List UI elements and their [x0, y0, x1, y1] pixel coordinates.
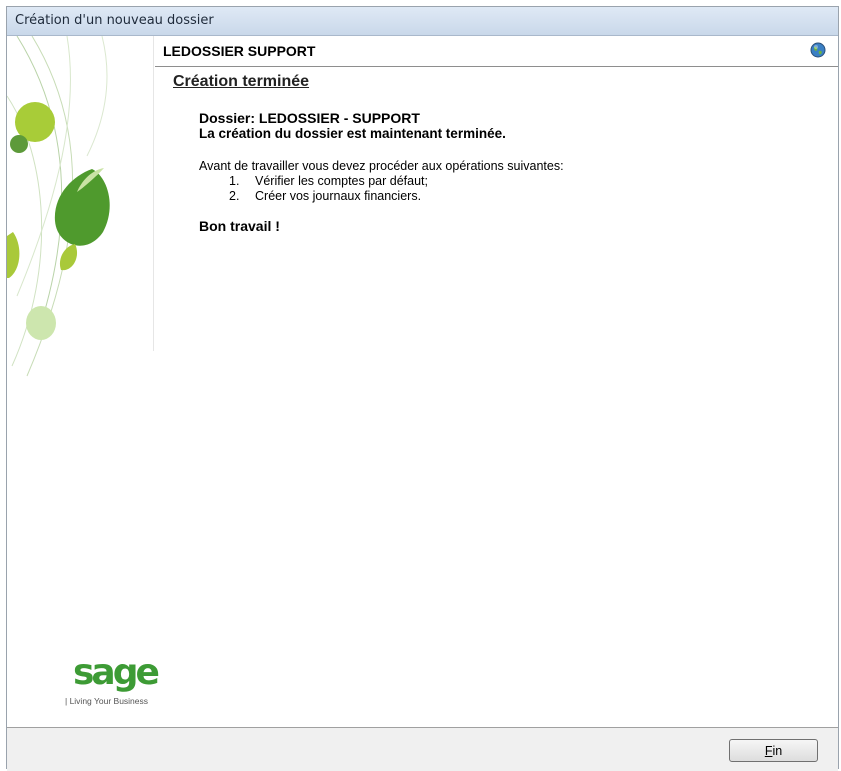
list-item-text: Vérifier les comptes par défaut; [255, 174, 428, 188]
sidebar-divider [153, 36, 154, 351]
sage-logo: sage | Living Your Business [65, 654, 161, 714]
leaf-decoration-image [6, 35, 110, 377]
company-name: LEDOSSIER SUPPORT [163, 43, 316, 59]
dialog-footer: Fin [7, 727, 838, 771]
header-bar: LEDOSSIER SUPPORT [155, 36, 838, 67]
page-title: Création terminée [173, 73, 310, 90]
fin-accelerator: F [764, 743, 773, 758]
fin-label-rest: in [772, 743, 783, 758]
decorative-sidebar: sage | Living Your Business [6, 35, 160, 727]
sage-tagline: | Living Your Business [65, 696, 149, 706]
fin-button[interactable]: Fin [729, 739, 818, 762]
list-item-text: Créer vos journaux financiers. [255, 189, 422, 203]
list-item-number: 1. [229, 174, 240, 188]
completion-message: La création du dossier est maintenant te… [199, 126, 506, 141]
closing-message: Bon travail ! [199, 218, 280, 234]
window-title: Création d'un nouveau dossier [15, 13, 214, 28]
dialog-window: Création d'un nouveau dossier sage | Liv… [6, 6, 839, 771]
sage-logo-mark: sage [73, 652, 160, 693]
instructions-intro: Avant de travailler vous devez procéder … [199, 159, 564, 173]
globe-icon[interactable] [810, 42, 826, 58]
list-item-number: 2. [229, 189, 240, 203]
title-bar[interactable]: Création d'un nouveau dossier [7, 7, 838, 36]
dossier-line: Dossier: LEDOSSIER - SUPPORT [199, 110, 420, 126]
